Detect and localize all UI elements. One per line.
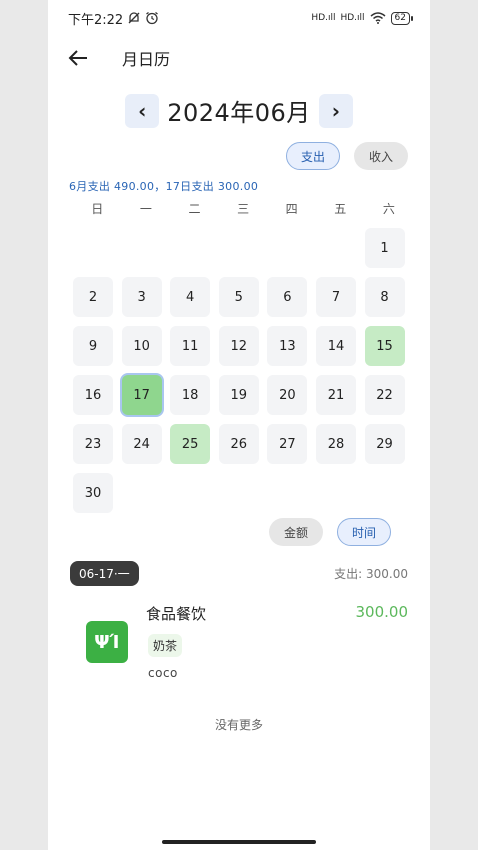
calendar-day-23[interactable]: 23 [73,424,113,464]
no-more-text: 没有更多 [214,718,263,732]
expense-toggle[interactable]: 支出 [286,142,340,170]
status-bar: 下午2:22 HD.ıll HD.ıll 62 [68,8,414,28]
next-month-button[interactable]: › [318,93,353,128]
page-title: 月日历 [122,50,171,69]
calendar-day-4[interactable]: 4 [170,277,211,317]
weekday-label: 二 [188,202,201,216]
chevron-left-icon: ‹ [138,98,147,123]
back-button[interactable] [64,44,92,72]
calendar-day-25[interactable]: 25 [170,424,211,464]
income-toggle[interactable]: 收入 [354,142,408,170]
calendar-day-24[interactable]: 24 [121,424,162,464]
transaction-category: 食品餐饮 [146,605,207,623]
sort-by-time-toggle[interactable]: 时间 [337,518,391,546]
calendar-day-1[interactable]: 1 [364,228,405,268]
calendar-empty-cell [170,228,210,268]
calendar-day-10[interactable]: 10 [121,326,162,366]
month-summary: 6月支出 490.00，17日支出 300.00 [69,180,259,193]
calendar-day-22[interactable]: 22 [364,375,405,415]
calendar-day-12[interactable]: 12 [218,326,259,366]
calendar-day-21[interactable]: 21 [315,375,356,415]
weekday-label: 一 [139,202,152,216]
top-app-bar: 月日历 [64,44,414,72]
transaction-tag: 奶茶 [148,634,183,657]
weekday-label: 六 [382,202,395,216]
calendar-day-28[interactable]: 28 [315,424,356,464]
calendar-day-13[interactable]: 13 [267,326,308,366]
calendar-empty-cell [73,228,113,268]
alarm-icon [146,11,159,25]
calendar-empty-cell [219,228,259,268]
phone-screen: 下午2:22 HD.ıll HD.ıll 62 月日历 ‹ 2024年06月 ›… [48,0,430,850]
calendar-day-17[interactable]: 17 [121,375,162,415]
calendar-day-30[interactable]: 30 [73,473,113,513]
wifi-icon [370,12,386,24]
calendar-day-26[interactable]: 26 [218,424,259,464]
signal-icon-1: HD.ıll [311,13,336,23]
arrow-left-icon [68,50,87,66]
calendar-grid: 1 2 3 4 5 6 7 8 9 10 11 12 13 14 15 16 17 18 19 20 21 22 23 24 2… [73,228,413,513]
battery-indicator: 62 [390,11,414,25]
calendar-day-20[interactable]: 20 [267,375,308,415]
prev-month-button[interactable]: ‹ [125,93,160,128]
calendar-day-27[interactable]: 27 [267,424,308,464]
month-label: 2024年06月 [167,99,311,127]
status-left: 下午2:22 [68,9,159,28]
day-total: 支出: 300.00 [334,567,408,581]
calendar-day-8[interactable]: 8 [364,277,405,317]
status-time: 下午2:22 [68,12,124,28]
calendar-day-11[interactable]: 11 [170,326,211,366]
calendar-day-3[interactable]: 3 [121,277,162,317]
transaction-note: coco [148,666,178,680]
status-right: HD.ıll HD.ıll 62 [311,11,414,25]
signal-icon-2: HD.ıll [340,13,365,23]
calendar-empty-cell [316,228,356,268]
sort-by-amount-toggle[interactable]: 金额 [269,518,323,546]
transaction-item[interactable]: ΨΊ 食品餐饮 奶茶 coco 300.00 [86,600,408,690]
day-group-header: 06-17·一 支出: 300.00 [70,561,408,586]
calendar-day-29[interactable]: 29 [364,424,405,464]
calendar-day-15[interactable]: 15 [364,326,405,366]
calendar-day-19[interactable]: 19 [218,375,259,415]
weekday-label: 日 [91,202,104,216]
fork-knife-icon: ΨΊ [86,621,128,663]
transaction-amount: 300.00 [355,603,409,621]
chevron-right-icon: › [331,98,340,123]
weekday-label: 三 [237,202,250,216]
mute-notification-icon [128,12,140,24]
calendar-day-7[interactable]: 7 [315,277,356,317]
calendar-day-2[interactable]: 2 [73,277,113,317]
calendar-day-18[interactable]: 18 [170,375,211,415]
date-chip: 06-17·一 [70,561,139,586]
month-navigator: ‹ 2024年06月 › [48,93,430,128]
calendar-day-16[interactable]: 16 [73,375,113,415]
weekday-label: 四 [285,202,298,216]
calendar-day-9[interactable]: 9 [73,326,113,366]
calendar-empty-cell [267,228,307,268]
weekday-label: 五 [334,202,347,216]
calendar-empty-cell [122,228,162,268]
calendar-day-14[interactable]: 14 [315,326,356,366]
calendar-day-5[interactable]: 5 [218,277,259,317]
home-indicator[interactable] [162,840,316,844]
calendar-day-6[interactable]: 6 [267,277,308,317]
weekday-header: 日一二三四五六 [73,200,409,217]
